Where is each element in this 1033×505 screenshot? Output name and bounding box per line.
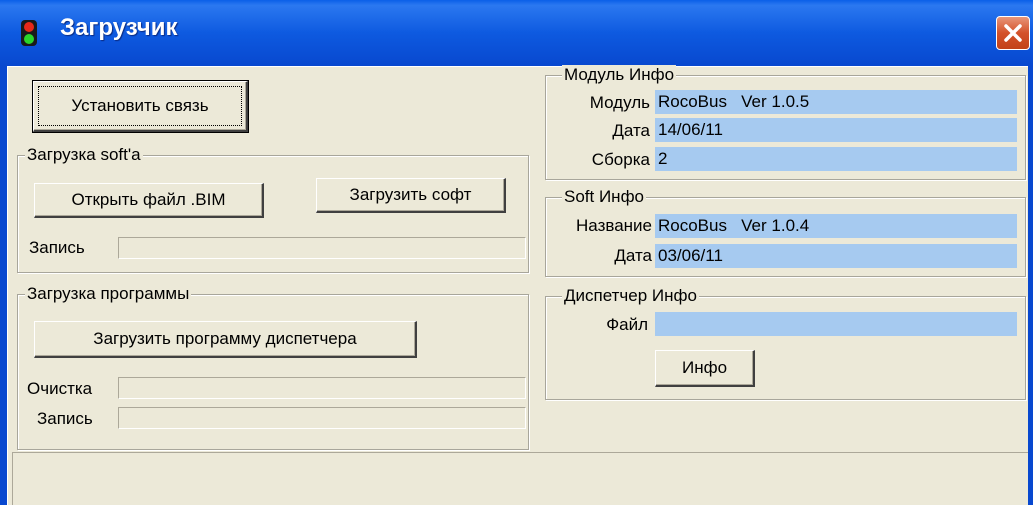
program-write-label: Запись <box>37 409 93 428</box>
window-border-right <box>1028 66 1033 505</box>
title-bar[interactable]: Загрузчик <box>0 0 1033 66</box>
status-bar <box>12 452 1028 505</box>
focus-rect <box>38 86 242 126</box>
clear-progress <box>118 377 526 399</box>
soft-date-label: Дата <box>614 246 652 265</box>
build-label: Сборка <box>591 150 650 169</box>
module-label: Модуль <box>589 93 650 112</box>
soft-name-label: Название <box>576 216 652 235</box>
upload-soft-label: Загрузить софт <box>349 185 472 204</box>
clear-label: Очистка <box>27 379 93 398</box>
window-title: Загрузчик <box>60 14 178 41</box>
build-value: 2 <box>655 147 1017 171</box>
module-info-legend: Модуль Инфо <box>562 65 677 85</box>
window-border-left <box>0 66 7 505</box>
module-date-label: Дата <box>612 121 650 140</box>
open-bim-button[interactable]: Открыть файл .BIM <box>34 183 264 218</box>
program-load-legend: Загрузка программы <box>25 284 192 304</box>
soft-write-label: Запись <box>29 238 85 257</box>
soft-info-legend: Soft Инфо <box>562 187 647 207</box>
info-button[interactable]: Инфо <box>655 350 755 387</box>
program-write-progress <box>118 407 526 429</box>
soft-load-legend: Загрузка soft'а <box>25 145 143 165</box>
soft-date-value: 03/06/11 <box>655 244 1017 268</box>
close-button[interactable] <box>996 16 1030 50</box>
module-date-value: 14/06/11 <box>655 118 1017 142</box>
open-bim-label: Открыть файл .BIM <box>71 190 226 209</box>
soft-write-progress <box>118 237 526 259</box>
upload-soft-button[interactable]: Загрузить софт <box>316 178 506 213</box>
info-button-label: Инфо <box>681 358 728 377</box>
upload-dispatcher-label: Загрузить программу диспетчера <box>93 329 357 348</box>
file-value <box>655 312 1017 336</box>
file-label: Файл <box>606 315 648 334</box>
traffic-light-icon <box>21 20 37 46</box>
module-value: RocoBus Ver 1.0.5 <box>655 90 1017 114</box>
soft-name-value: RocoBus Ver 1.0.4 <box>655 214 1017 238</box>
upload-dispatcher-button[interactable]: Загрузить программу диспетчера <box>34 321 417 358</box>
connect-button[interactable]: Установить связь <box>32 80 249 133</box>
close-icon <box>1004 24 1022 42</box>
dispatcher-info-legend: Диспетчер Инфо <box>562 286 699 306</box>
